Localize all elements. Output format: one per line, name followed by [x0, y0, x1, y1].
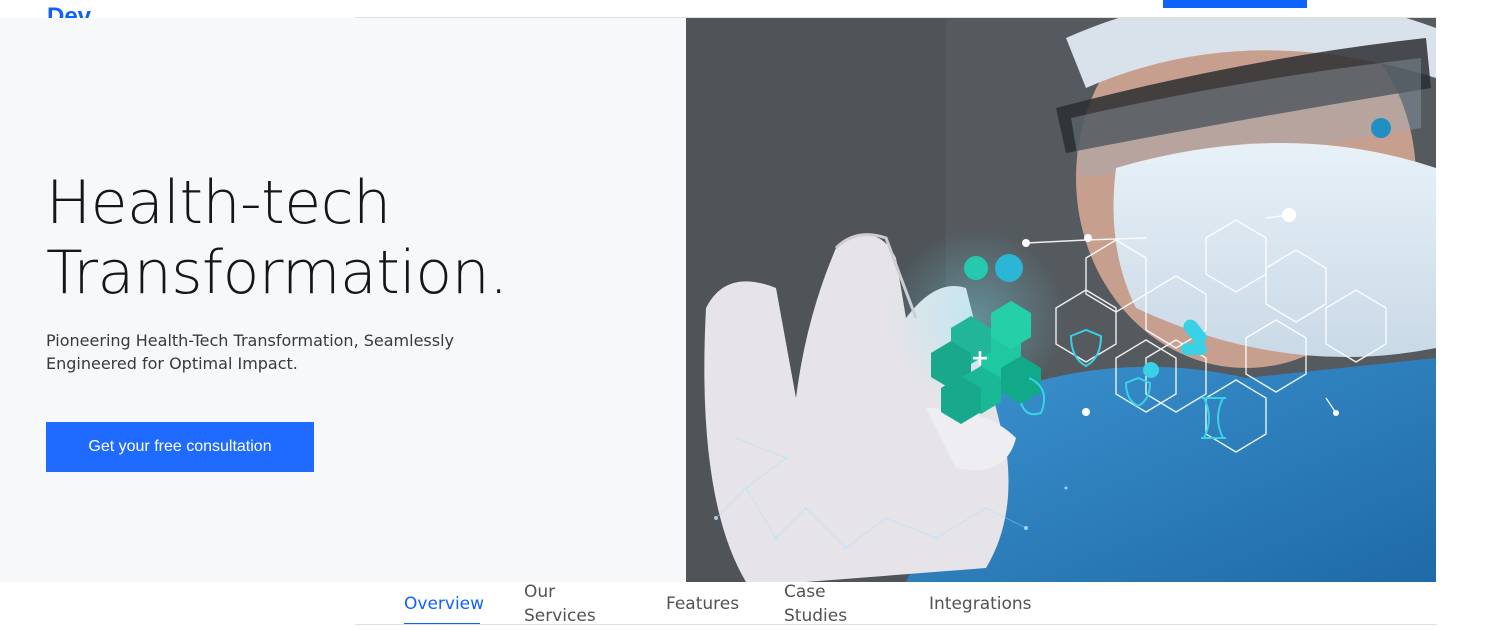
tabs-divider — [355, 624, 1437, 625]
svg-text:+: + — [971, 346, 989, 371]
top-cta-button[interactable] — [1163, 0, 1307, 8]
tab-overview[interactable]: Overview — [404, 582, 485, 625]
tab-our-services-label: Our Services — [524, 581, 596, 626]
hero-title: Health-tech Transformation. — [46, 168, 666, 308]
hero-illustration: + — [686, 18, 1436, 582]
tab-case-studies-label: Case Studies — [784, 581, 848, 626]
hero-title-line-1: Health-tech — [46, 168, 391, 238]
hero-title-line-2: Transformation. — [46, 238, 508, 308]
tab-case-studies[interactable]: Case Studies — [784, 581, 858, 626]
hero-subtitle: Pioneering Health-Tech Transformation, S… — [46, 331, 455, 373]
tab-our-services[interactable]: Our Services — [524, 581, 606, 626]
tab-integrations-label: Integrations — [929, 593, 1032, 614]
section-tabs: Overview Our Services Features Case Stud… — [0, 582, 1500, 633]
tab-features-label: Features — [666, 593, 740, 614]
top-navbar: Dev — [0, 0, 1500, 30]
hero-image: + — [686, 18, 1436, 582]
tab-integrations[interactable]: Integrations — [929, 582, 1039, 625]
tab-features[interactable]: Features — [666, 582, 746, 625]
free-consultation-button[interactable]: Get your free consultation — [46, 422, 314, 472]
hero-section: Health-tech Transformation. Pioneering H… — [0, 18, 686, 582]
tab-overview-label: Overview — [404, 593, 485, 614]
